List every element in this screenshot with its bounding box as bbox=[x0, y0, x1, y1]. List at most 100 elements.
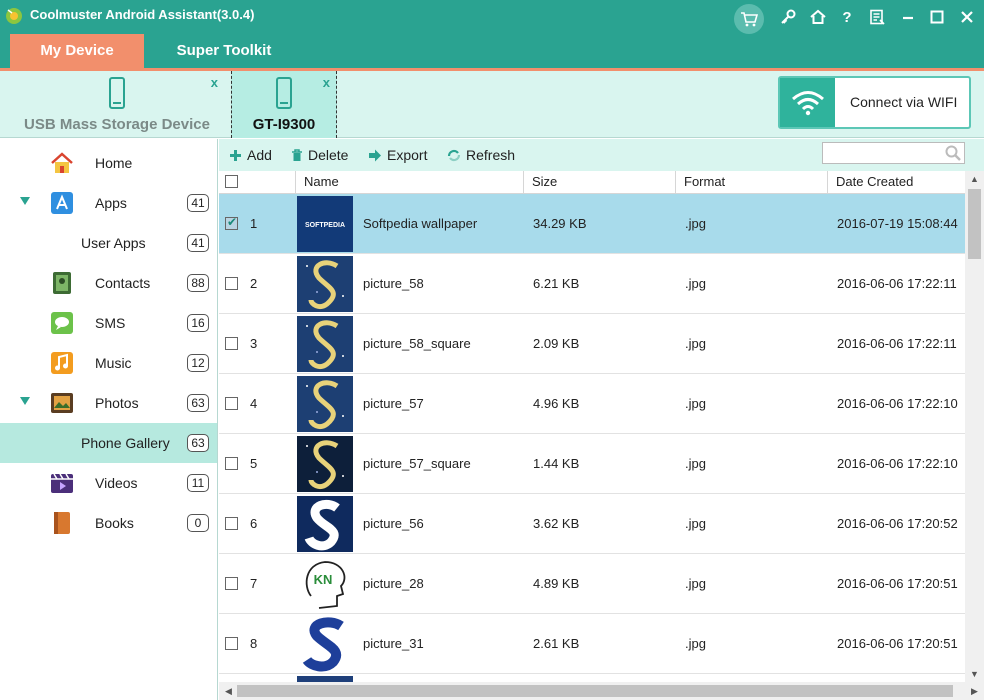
device-bar: x USB Mass Storage Device x GT-I9300 Con… bbox=[0, 71, 984, 138]
row-index: 4 bbox=[250, 396, 258, 411]
tab-super-toolkit[interactable]: Super Toolkit bbox=[160, 34, 288, 68]
scroll-left-arrow-icon[interactable]: ◀ bbox=[219, 683, 238, 699]
help-icon[interactable]: ? bbox=[835, 5, 859, 29]
home-icon[interactable] bbox=[806, 5, 830, 29]
add-label: Add bbox=[247, 147, 272, 163]
sidebar-item-contacts[interactable]: Contacts 88 bbox=[0, 263, 217, 303]
file-date: 2016-06-06 17:20:52 bbox=[837, 516, 958, 531]
row-checkbox[interactable] bbox=[225, 215, 238, 230]
sidebar-item-label: Music bbox=[95, 355, 132, 371]
count-badge: 63 bbox=[187, 394, 209, 412]
table-row[interactable]: 5 picture_57_square 1.44 KB .jpg 2016-06-06 … bbox=[219, 434, 965, 494]
file-date: 2016-06-06 17:20:51 bbox=[837, 576, 958, 591]
count-badge: 11 bbox=[187, 474, 209, 492]
device-close-icon[interactable]: x bbox=[323, 75, 330, 90]
file-name: picture_31 bbox=[363, 636, 424, 651]
table-row[interactable]: 7 KN picture_28 4.89 KB .jpg 2016-06-06 17:20… bbox=[219, 554, 965, 614]
sms-icon bbox=[51, 312, 73, 334]
sidebar-item-photos[interactable]: Photos 63 bbox=[0, 383, 217, 423]
thumbnail-image bbox=[297, 316, 353, 372]
refresh-button[interactable]: Refresh bbox=[447, 147, 515, 163]
sidebar-item-user-apps[interactable]: User Apps 41 bbox=[0, 223, 217, 263]
books-icon bbox=[54, 512, 70, 534]
table-row[interactable]: 8 picture_31 2.61 KB .jpg 2016-06-06 17:20:5… bbox=[219, 614, 965, 674]
search-icon[interactable] bbox=[944, 144, 962, 162]
table-row[interactable]: 2 picture_58 6.21 KB .jpg 2016-06-06 17:22:1… bbox=[219, 254, 965, 314]
sidebar-item-label: Photos bbox=[95, 395, 139, 411]
horizontal-scroll-thumb[interactable] bbox=[237, 685, 953, 697]
column-header-size[interactable]: Size bbox=[524, 171, 676, 194]
sidebar-item-videos[interactable]: Videos 11 bbox=[0, 463, 217, 503]
file-size: 2.61 KB bbox=[533, 636, 580, 651]
close-icon[interactable] bbox=[955, 5, 979, 29]
expand-arrow-icon[interactable] bbox=[20, 397, 30, 405]
table-row[interactable]: 4 picture_57 4.96 KB .jpg 2016-06-06 17:22:1… bbox=[219, 374, 965, 434]
device-close-icon[interactable]: x bbox=[211, 75, 218, 90]
sidebar-item-books[interactable]: Books 0 bbox=[0, 503, 217, 543]
key-icon[interactable] bbox=[776, 5, 800, 29]
select-all-checkbox[interactable] bbox=[225, 175, 238, 188]
search-input[interactable] bbox=[822, 142, 965, 164]
delete-button[interactable]: Delete bbox=[291, 147, 348, 163]
sidebar-item-label: Phone Gallery bbox=[81, 435, 170, 451]
file-format: .jpg bbox=[685, 516, 706, 531]
thumb-text: KN bbox=[314, 572, 333, 587]
row-checkbox[interactable] bbox=[225, 277, 238, 290]
device-tab-gt-i9300[interactable]: x GT-I9300 bbox=[231, 71, 337, 138]
table-header: Name Size Format Date Created bbox=[219, 171, 965, 194]
row-checkbox[interactable] bbox=[225, 457, 238, 470]
sidebar-item-apps[interactable]: Apps 41 bbox=[0, 183, 217, 223]
export-button[interactable]: Export bbox=[368, 147, 427, 163]
column-header-date[interactable]: Date Created bbox=[828, 171, 965, 194]
column-header-format[interactable]: Format bbox=[676, 171, 828, 194]
scroll-right-arrow-icon[interactable]: ▶ bbox=[965, 683, 984, 699]
phone-icon bbox=[276, 77, 292, 109]
table-row[interactable]: 1 SOFTPEDIA Softpedia wallpaper 34.29 KB .jp… bbox=[219, 194, 965, 254]
file-name: picture_56 bbox=[363, 516, 424, 531]
sidebar-item-label: User Apps bbox=[81, 235, 146, 251]
expand-arrow-icon[interactable] bbox=[20, 197, 30, 205]
feedback-icon[interactable] bbox=[865, 5, 889, 29]
connect-wifi-button[interactable]: Connect via WIFI bbox=[778, 76, 971, 129]
select-all-header bbox=[219, 171, 296, 194]
videos-icon bbox=[51, 473, 73, 493]
row-index: 2 bbox=[250, 276, 258, 291]
row-checkbox[interactable] bbox=[225, 517, 238, 530]
scroll-down-arrow-icon[interactable]: ▼ bbox=[965, 666, 984, 682]
row-checkbox[interactable] bbox=[225, 577, 238, 590]
file-size: 4.96 KB bbox=[533, 396, 580, 411]
home-icon bbox=[51, 152, 73, 173]
add-icon bbox=[230, 149, 241, 161]
vertical-scroll-thumb[interactable] bbox=[968, 189, 981, 259]
file-date: 2016-06-06 17:22:10 bbox=[837, 396, 958, 411]
vertical-scrollbar[interactable]: ▲ ▼ bbox=[965, 171, 984, 682]
thumbnail-image bbox=[297, 376, 353, 432]
maximize-icon[interactable] bbox=[925, 5, 949, 29]
add-button[interactable]: Add bbox=[229, 147, 272, 163]
row-index: 5 bbox=[250, 456, 258, 471]
table-row[interactable]: 6 picture_56 3.62 KB .jpg 2016-06-06 17:20:5… bbox=[219, 494, 965, 554]
sidebar-item-home[interactable]: Home bbox=[0, 143, 217, 183]
row-checkbox[interactable] bbox=[225, 637, 238, 650]
row-index: 7 bbox=[250, 576, 258, 591]
music-icon bbox=[51, 352, 73, 374]
app-logo-icon bbox=[6, 8, 22, 24]
column-header-name[interactable]: Name bbox=[296, 171, 524, 194]
file-size: 3.62 KB bbox=[533, 516, 580, 531]
horizontal-scrollbar[interactable]: ◀ ▶ bbox=[219, 682, 984, 700]
sidebar: Home Apps 41 User Apps 41 Contacts 88 SM… bbox=[0, 139, 218, 700]
table-row[interactable]: 3 picture_58_square 2.09 KB .jpg 2016-06-06 … bbox=[219, 314, 965, 374]
row-checkbox[interactable] bbox=[225, 337, 238, 350]
cart-icon[interactable] bbox=[734, 4, 764, 34]
sidebar-item-sms[interactable]: SMS 16 bbox=[0, 303, 217, 343]
sidebar-item-phone-gallery[interactable]: Phone Gallery 63 bbox=[0, 423, 217, 463]
minimize-icon[interactable] bbox=[896, 5, 920, 29]
table-row[interactable] bbox=[219, 674, 965, 682]
sidebar-item-music[interactable]: Music 12 bbox=[0, 343, 217, 383]
row-checkbox[interactable] bbox=[225, 397, 238, 410]
sidebar-item-label: SMS bbox=[95, 315, 126, 331]
scroll-up-arrow-icon[interactable]: ▲ bbox=[965, 171, 984, 187]
tab-my-device[interactable]: My Device bbox=[10, 34, 144, 68]
device-tab-usb[interactable]: x USB Mass Storage Device bbox=[10, 71, 224, 138]
file-size: 2.09 KB bbox=[533, 336, 580, 351]
